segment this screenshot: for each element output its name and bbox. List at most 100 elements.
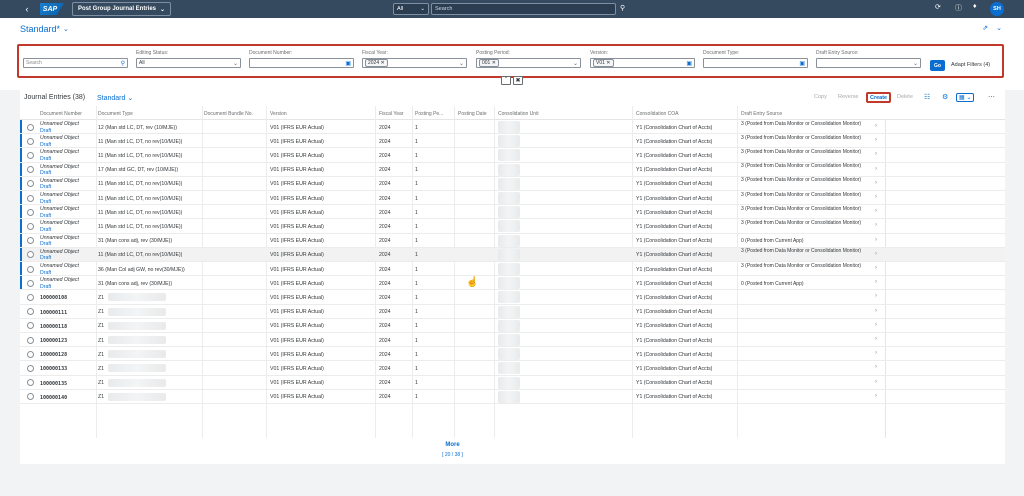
value-help-icon[interactable]: ▣ (686, 60, 692, 67)
sap-logo[interactable]: SAP (40, 3, 64, 15)
app-title-menu[interactable]: Post Group Journal Entries ⌄ (72, 2, 172, 16)
remove-token-icon[interactable]: ✕ (381, 60, 385, 66)
table-row[interactable]: Unnamed Object Draft 17 (Man std GC, DT, r… (20, 162, 1005, 177)
chevron-down-icon[interactable]: ⌄ (233, 60, 238, 67)
table-row[interactable]: 100000118 Z1 V01 (IFRS EUR Actual) 2024 1 Y1 … (20, 319, 1005, 333)
row-select-radio[interactable] (27, 379, 34, 387)
table-row[interactable]: Unnamed Object Draft 11 (Man std LC, DT, n… (20, 247, 1005, 262)
draft-entry-source-select[interactable]: ⌄ (816, 58, 921, 68)
posting-period-input[interactable]: 001 ✕ ⌄ (476, 58, 581, 68)
row-select-radio[interactable] (27, 279, 34, 287)
export-icon[interactable]: ☷ (924, 93, 930, 101)
table-row[interactable]: Unnamed Object Draft 11 (Man std LC, DT, n… (20, 176, 1005, 191)
row-select-radio[interactable] (27, 322, 34, 330)
row-select-radio[interactable] (27, 350, 34, 358)
fiscal-year-input[interactable]: 2024 ✕ ⌄ (362, 58, 467, 68)
create-button[interactable]: Create (866, 92, 892, 103)
row-select-radio[interactable] (27, 237, 34, 245)
adapt-filters-button[interactable]: Adapt Filters (4) (951, 62, 990, 68)
row-navigation-chevron-icon[interactable]: › (875, 180, 877, 186)
recent-activity-icon[interactable]: ⟳ (935, 3, 941, 11)
table-variant-selector[interactable]: Standard ⌄ (97, 94, 133, 102)
column-header-consolidation-coa[interactable]: Consolidation COA (636, 111, 679, 117)
row-select-radio[interactable] (27, 265, 34, 273)
row-select-radio[interactable] (27, 293, 34, 301)
row-navigation-chevron-icon[interactable]: › (875, 364, 877, 370)
column-header-document-number[interactable]: Document Number (40, 111, 82, 117)
search-icon[interactable]: ⚲ (620, 4, 625, 12)
row-navigation-chevron-icon[interactable]: › (875, 123, 877, 129)
table-row[interactable]: Unnamed Object Draft 12 (Man std LC, DT, r… (20, 120, 1005, 135)
column-header-posting-date[interactable]: Posting Date (458, 111, 487, 117)
table-row[interactable]: Unnamed Object Draft 11 (Man std LC, DT, n… (20, 191, 1005, 206)
row-select-radio[interactable] (27, 208, 34, 216)
table-row[interactable]: Unnamed Object Draft 11 (Man std LC, DT, n… (20, 148, 1005, 163)
column-header-draft-entry-source[interactable]: Draft Entry Source (741, 111, 782, 117)
row-select-radio[interactable] (27, 151, 34, 159)
delete-button[interactable]: Delete (897, 94, 913, 100)
row-navigation-chevron-icon[interactable]: › (875, 279, 877, 285)
table-row[interactable]: 100000128 Z1 V01 (IFRS EUR Actual) 2024 1 Y1 … (20, 347, 1005, 362)
row-navigation-chevron-icon[interactable]: › (875, 308, 877, 314)
row-select-radio[interactable] (27, 222, 34, 230)
row-select-radio[interactable] (27, 180, 34, 188)
page-variant-selector[interactable]: Standard* ⌄ (20, 24, 69, 34)
row-navigation-chevron-icon[interactable]: › (875, 393, 877, 399)
remove-token-icon[interactable]: ✕ (492, 60, 496, 66)
column-header-version[interactable]: Version (270, 111, 287, 117)
table-row[interactable]: Unnamed Object Draft 11 (Man std LC, DT, n… (20, 205, 1005, 220)
row-navigation-chevron-icon[interactable]: › (875, 251, 877, 257)
table-row[interactable]: Unnamed Object Draft 31 (Man cons adj, rev… (20, 233, 1005, 248)
row-navigation-chevron-icon[interactable]: › (875, 336, 877, 342)
document-number-input[interactable]: ▣ (249, 58, 354, 68)
shell-search-input[interactable]: Search (431, 3, 616, 15)
notification-icon[interactable]: ♦ (973, 3, 977, 10)
table-row[interactable]: Unnamed Object Draft 31 (Man cons adj, rev… (20, 276, 1005, 291)
column-header-document-type[interactable]: Document Type (98, 111, 133, 117)
row-select-radio[interactable] (27, 194, 34, 202)
go-button[interactable]: Go (930, 60, 945, 71)
reverse-button[interactable]: Reverse (838, 94, 858, 100)
help-icon[interactable]: ⓘ (955, 3, 962, 13)
back-arrow-icon[interactable]: ‹ (20, 4, 34, 14)
row-select-radio[interactable] (27, 137, 34, 145)
column-header-consolidation-unit[interactable]: Consolidation Unit (498, 111, 539, 117)
row-navigation-chevron-icon[interactable]: › (875, 322, 877, 328)
pin-header-icon[interactable]: ✖ (513, 76, 523, 85)
remove-token-icon[interactable]: ✕ (606, 60, 610, 66)
table-row[interactable]: Unnamed Object Draft 36 (Man Col adj GW, n… (20, 262, 1005, 277)
row-navigation-chevron-icon[interactable]: › (875, 222, 877, 228)
value-help-icon[interactable]: ▣ (345, 60, 351, 67)
editing-status-select[interactable]: All ⌄ (136, 58, 241, 68)
row-select-radio[interactable] (27, 393, 34, 401)
row-navigation-chevron-icon[interactable]: › (875, 208, 877, 214)
row-navigation-chevron-icon[interactable]: › (875, 137, 877, 143)
search-input[interactable]: Search ⚲ (23, 58, 128, 68)
row-navigation-chevron-icon[interactable]: › (875, 151, 877, 157)
fiscal-year-token[interactable]: 2024 ✕ (365, 59, 388, 67)
copy-button[interactable]: Copy (814, 94, 827, 100)
table-row[interactable]: 100000111 Z1 V01 (IFRS EUR Actual) 2024 1 Y1 … (20, 305, 1005, 319)
table-row[interactable]: 100000133 Z1 V01 (IFRS EUR Actual) 2024 1 Y1 … (20, 361, 1005, 376)
row-select-radio[interactable] (27, 166, 34, 174)
chevron-down-icon[interactable]: ⌄ (573, 60, 578, 67)
row-select-radio[interactable] (27, 364, 34, 372)
version-token[interactable]: V01 ✕ (593, 59, 614, 67)
more-overflow-icon[interactable]: ⋯ (988, 93, 995, 101)
row-navigation-chevron-icon[interactable]: › (875, 166, 877, 172)
table-row[interactable]: 100000140 Z1 V01 (IFRS EUR Actual) 2024 1 Y1 … (20, 390, 1005, 404)
table-row[interactable]: Unnamed Object Draft 11 (Man std LC, DT, n… (20, 134, 1005, 149)
chevron-down-icon[interactable]: ⌄ (996, 24, 1002, 32)
value-help-icon[interactable]: ▣ (799, 60, 805, 67)
chevron-down-icon[interactable]: ⌄ (913, 60, 918, 67)
share-icon[interactable]: ⇗ (982, 24, 988, 32)
row-select-radio[interactable] (27, 123, 34, 131)
search-icon[interactable]: ⚲ (121, 60, 125, 67)
more-button[interactable]: More [ 20 / 38 ] (20, 438, 885, 464)
table-view-icon[interactable]: ▦ ⌄ (956, 93, 975, 102)
version-input[interactable]: V01 ✕ ▣ (590, 58, 695, 68)
column-header-document-bundle[interactable]: Document Bundle No. (204, 111, 253, 117)
row-navigation-chevron-icon[interactable]: › (875, 350, 877, 356)
document-type-input[interactable]: ▣ (703, 58, 808, 68)
collapse-header-icon[interactable]: ˆ (501, 76, 511, 85)
